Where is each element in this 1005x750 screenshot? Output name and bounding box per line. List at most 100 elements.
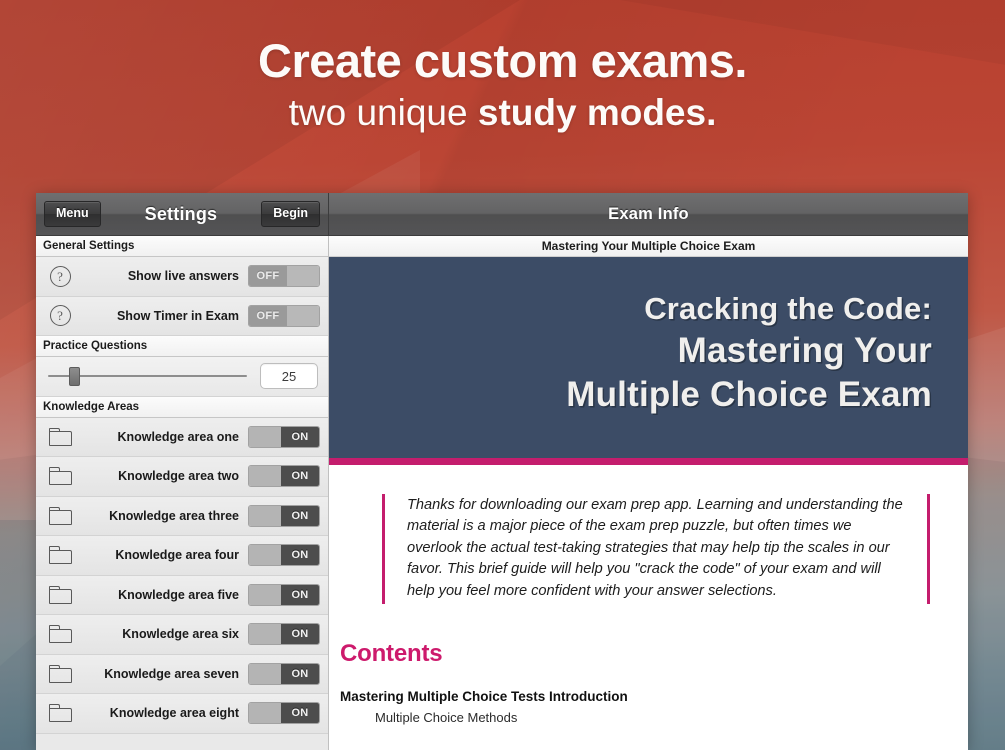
settings-sidebar[interactable]: General Settings ? Show live answers OFF… (36, 236, 329, 750)
folder-icon (48, 664, 72, 683)
toggle-knowledge-area[interactable]: ON (248, 544, 320, 567)
toggle-knob-label: ON (281, 584, 319, 605)
banner-line-2: Mastering Your (677, 331, 932, 371)
folder-icon (48, 546, 72, 565)
row-icon-slot: ? (36, 265, 84, 287)
knowledge-area-label: Knowledge area eight (109, 706, 239, 721)
section-header-practice-questions: Practice Questions (36, 336, 328, 357)
blurb-right-rule (927, 494, 930, 605)
toggle-knob-label: ON (281, 505, 319, 526)
setting-label: Show Timer in Exam (116, 308, 239, 323)
row-icon-slot (36, 546, 84, 565)
guide-cover-banner: Cracking the Code: Mastering Your Multip… (329, 257, 968, 465)
settings-title: Settings (144, 203, 218, 224)
toggle-track (249, 505, 281, 526)
toc-item[interactable]: Multiple Choice Methods (375, 710, 968, 725)
row-icon-slot (36, 625, 84, 644)
setting-label: Show live answers (127, 269, 239, 284)
toggle-knob-label: ON (281, 426, 319, 447)
setting-row-show-live-answers[interactable]: ? Show live answers OFF (36, 257, 328, 297)
exam-info-title: Exam Info (608, 204, 689, 223)
row-icon-slot: ? (36, 305, 84, 327)
exam-info-navbar: Exam Info (329, 193, 968, 236)
knowledge-area-row[interactable]: Knowledge area seven ON (36, 654, 328, 694)
row-icon-slot (36, 704, 84, 723)
folder-icon (48, 506, 72, 525)
folder-icon (48, 704, 72, 723)
knowledge-area-label: Knowledge area five (118, 587, 239, 602)
toggle-track (249, 584, 281, 605)
knowledge-area-row[interactable]: Knowledge area three ON (36, 496, 328, 536)
knowledge-area-label: Knowledge area seven (104, 666, 239, 681)
row-icon-slot (36, 506, 84, 525)
toggle-knowledge-area[interactable]: ON (248, 623, 320, 646)
folder-icon (48, 467, 72, 486)
toggle-knowledge-area[interactable]: ON (248, 425, 320, 448)
toggle-track (249, 624, 281, 645)
practice-questions-slider[interactable] (48, 365, 247, 387)
contents-heading: Contents (340, 640, 443, 668)
slider-thumb[interactable] (68, 367, 80, 387)
knowledge-area-row[interactable]: Knowledge area four ON (36, 536, 328, 576)
knowledge-area-label: Knowledge area six (122, 627, 239, 642)
promo-screenshot: Create custom exams. two unique study mo… (0, 0, 1005, 750)
app-body: General Settings ? Show live answers OFF… (36, 236, 968, 750)
toggle-track (287, 305, 319, 326)
knowledge-area-row[interactable]: Knowledge area five ON (36, 575, 328, 615)
knowledge-area-label: Knowledge area three (109, 508, 239, 523)
toggle-knob-label: ON (281, 466, 319, 487)
toggle-knowledge-area[interactable]: ON (248, 504, 320, 527)
row-icon-slot (36, 427, 84, 446)
toggle-knob-label: ON (281, 624, 319, 645)
knowledge-area-row[interactable]: Knowledge area one ON (36, 417, 328, 457)
banner-line-1: Cracking the Code: (644, 291, 932, 327)
knowledge-area-row[interactable]: Knowledge area six ON (36, 615, 328, 655)
headline-line-2: two unique study modes. (0, 85, 1005, 141)
intro-blurb: Thanks for downloading our exam prep app… (382, 494, 930, 605)
folder-icon (48, 625, 72, 644)
setting-row-show-timer-in-exam[interactable]: ? Show Timer in Exam OFF (36, 296, 328, 336)
practice-questions-row[interactable]: 25 (36, 357, 328, 397)
knowledge-area-row[interactable]: Knowledge area eight ON (36, 694, 328, 734)
app-window: Menu Settings Begin Exam Info General Se… (36, 193, 968, 750)
section-header-general-settings: General Settings (36, 236, 328, 257)
row-icon-slot (36, 664, 84, 683)
banner-line-3: Multiple Choice Exam (566, 374, 932, 414)
settings-navbar: Menu Settings Begin (36, 193, 329, 236)
begin-button[interactable]: Begin (261, 201, 320, 227)
blurb-text: Thanks for downloading our exam prep app… (407, 497, 903, 599)
exam-subtitle-bar: Mastering Your Multiple Choice Exam (329, 236, 968, 257)
headline-line-2-normal: two unique (288, 92, 478, 134)
toggle-track (249, 663, 281, 684)
question-mark-icon[interactable]: ? (49, 265, 71, 287)
knowledge-area-label: Knowledge area two (118, 469, 239, 484)
practice-questions-value[interactable]: 25 (260, 363, 318, 390)
row-icon-slot (36, 467, 84, 486)
section-header-knowledge-areas: Knowledge Areas (36, 396, 328, 418)
app-toolbars: Menu Settings Begin Exam Info (36, 193, 968, 236)
toggle-show-live-answers[interactable]: OFF (248, 265, 320, 288)
knowledge-area-label: Knowledge area one (117, 429, 239, 444)
toggle-knowledge-area[interactable]: ON (248, 702, 320, 725)
toggle-track (249, 545, 281, 566)
menu-button[interactable]: Menu (44, 201, 101, 227)
toggle-knob-label: OFF (249, 266, 287, 287)
toggle-knowledge-area[interactable]: ON (248, 662, 320, 685)
toggle-knob-label: ON (281, 703, 319, 724)
folder-icon (48, 427, 72, 446)
question-mark-icon[interactable]: ? (49, 305, 71, 327)
exam-info-pane: Mastering Your Multiple Choice Exam Crac… (329, 236, 968, 750)
toggle-show-timer-in-exam[interactable]: OFF (248, 304, 320, 327)
headline-line-1: Create custom exams. (258, 34, 747, 87)
toggle-knob-label: ON (281, 663, 319, 684)
toggle-knowledge-area[interactable]: ON (248, 583, 320, 606)
knowledge-area-row[interactable]: Knowledge area two ON (36, 457, 328, 497)
toggle-knowledge-area[interactable]: ON (248, 465, 320, 488)
headline-line-2-bold: study modes. (477, 92, 717, 134)
folder-icon (48, 585, 72, 604)
toggle-track (249, 426, 281, 447)
toggle-knob-label: ON (281, 545, 319, 566)
toggle-knob-label: OFF (249, 305, 287, 326)
toc-heading[interactable]: Mastering Multiple Choice Tests Introduc… (340, 689, 968, 704)
toggle-track (287, 266, 319, 287)
